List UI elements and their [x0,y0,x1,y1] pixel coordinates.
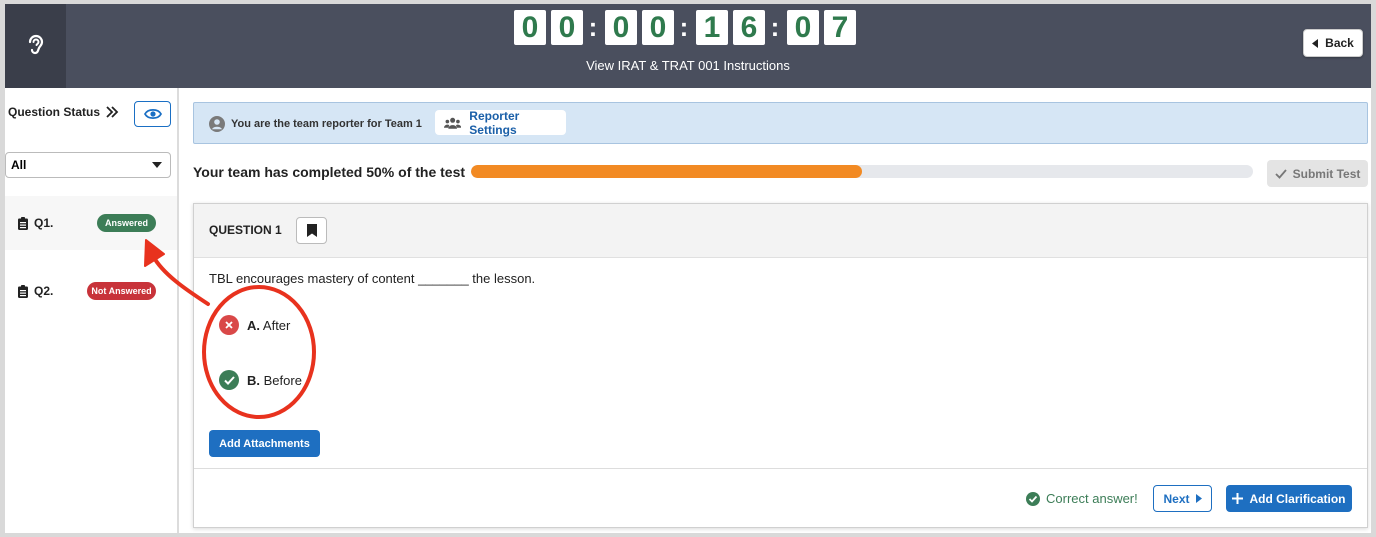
question-label: Q2. [34,284,54,298]
timer-digit: 1 [696,10,728,45]
progress-bar [471,165,1253,178]
next-button[interactable]: Next [1153,485,1212,512]
instructions-link[interactable]: View IRAT & TRAT 001 Instructions [5,58,1371,73]
progress-text: Your team has completed 50% of the test [193,164,466,180]
toggle-visibility-button[interactable] [134,101,171,127]
eye-icon [143,108,162,120]
option-letter: B. [247,372,260,388]
timer-digit: 6 [733,10,765,45]
feedback-text: Correct answer! [1046,491,1138,506]
bookmark-icon [306,224,317,237]
app-window: 0 0 : 0 0 : 1 6 : 0 7 View IRAT & TRAT 0… [5,4,1371,533]
next-label: Next [1163,491,1190,506]
option-b[interactable]: B. Before [219,370,302,390]
back-label: Back [1325,36,1354,50]
clipboard-icon [18,216,28,230]
instructions-label[interactable]: View IRAT & TRAT 001 Instructions [586,58,790,73]
clipboard-icon [18,284,28,298]
answer-feedback: Correct answer! [1026,491,1138,506]
double-chevron-right-icon [106,106,119,118]
caret-down-icon [152,162,162,168]
back-button[interactable]: Back [1303,29,1363,57]
question-text: TBL encourages mastery of content ______… [209,271,536,286]
add-clarification-button[interactable]: Add Clarification [1226,485,1352,512]
status-filter-select[interactable]: All [5,152,171,178]
users-icon [444,117,462,129]
option-letter: A. [247,317,260,333]
check-circle-icon [1026,491,1040,506]
option-a[interactable]: A. After [219,315,290,335]
correct-answer-icon [219,370,239,390]
question-status-title: Question Status [8,105,101,119]
timer-digit: 0 [642,10,674,45]
option-text: Before [263,372,302,388]
bookmark-button[interactable] [296,217,327,244]
question-item-q1[interactable]: Q1. Answered [5,196,177,250]
timer-digit: 0 [605,10,637,45]
question-card: QUESTION 1 TBL encourages mastery of con… [193,203,1368,528]
user-circle-icon [209,116,225,132]
reporter-settings-label: Reporter Settings [469,108,520,137]
question-label: Q1. [34,216,54,230]
caret-right-icon [1195,494,1202,503]
wrong-answer-icon [219,315,239,335]
submit-test-label: Submit Test [1292,166,1361,181]
question-item-q2[interactable]: Q2. Not Answered [5,264,177,318]
add-attachments-label: Add Attachments [219,437,310,450]
check-icon [1274,168,1287,179]
progress-bar-fill [471,165,862,178]
submit-test-button[interactable]: Submit Test [1267,160,1368,187]
timer-digit: 7 [824,10,856,45]
question-status-toggle[interactable]: Question Status [8,105,119,119]
status-badge: Not Answered [87,282,156,300]
team-reporter-banner: You are the team reporter for Team 1 Rep… [193,102,1368,144]
team-reporter-text: You are the team reporter for Team 1 [231,118,422,130]
caret-left-icon [1312,38,1319,48]
timer-digit: 0 [787,10,819,45]
reporter-settings-button[interactable]: Reporter Settings [435,108,566,137]
timer-separator: : [588,12,598,42]
question-header: QUESTION 1 [194,204,1367,258]
timer-digit: 0 [551,10,583,45]
question-sidebar: Question Status All Q1. Answered Q2. Not… [5,88,179,533]
question-title: QUESTION 1 [209,223,282,237]
option-text: After [262,317,291,333]
question-footer: Correct answer! Next Add Clarification [194,468,1367,528]
logo [5,4,66,88]
add-clarification-label: Add Clarification [1249,491,1346,506]
timer-digit: 0 [514,10,546,45]
timer-separator: : [679,12,689,42]
countdown-timer: 0 0 : 0 0 : 1 6 : 0 7 [514,10,861,45]
status-badge: Answered [97,214,156,232]
plus-icon [1232,493,1244,504]
add-attachments-button[interactable]: Add Attachments [209,430,320,457]
top-header: 0 0 : 0 0 : 1 6 : 0 7 View IRAT & TRAT 0… [5,4,1371,88]
ear-logo-icon [28,34,43,55]
filter-value: All [11,158,27,172]
timer-separator: : [770,12,780,42]
